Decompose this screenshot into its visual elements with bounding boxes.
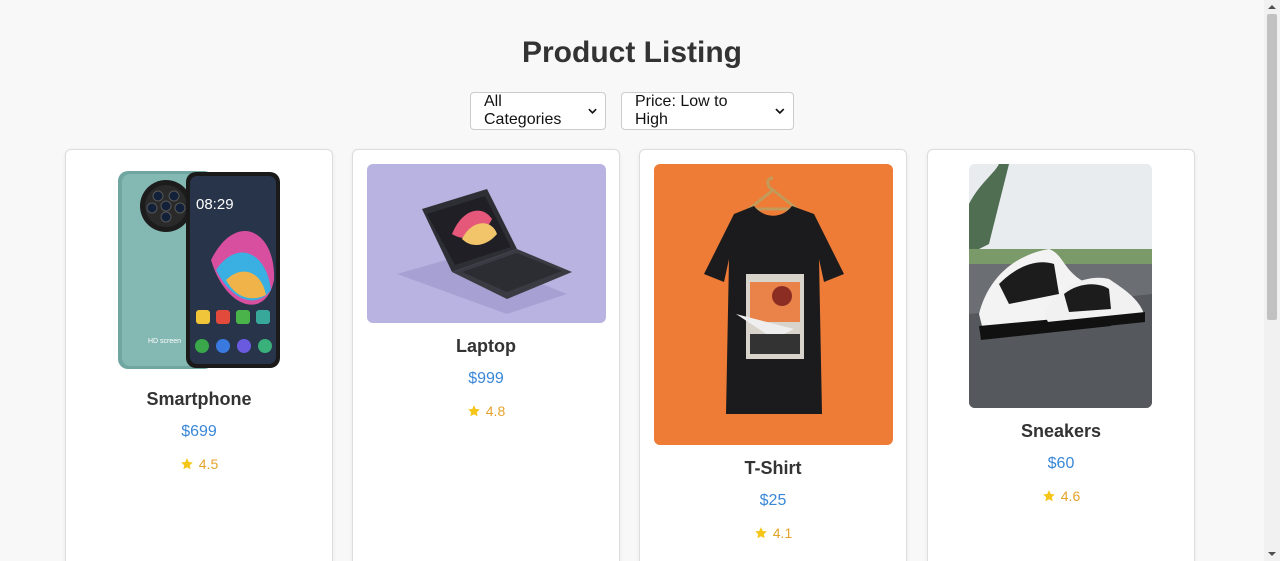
product-rating-value: 4.6 [1060,488,1081,504]
page-scrollbar[interactable] [1264,0,1280,561]
product-name[interactable]: Laptop [353,336,619,357]
tshirt-image [654,164,893,445]
product-card-tshirt[interactable]: T-Shirt $25 4.1 [639,149,907,561]
sort-select[interactable]: Price: Low to High [621,92,794,130]
laptop-image [367,164,606,323]
product-price: $999 [468,370,504,387]
category-select-value: All Categories [484,93,562,128]
product-name[interactable]: Sneakers [928,421,1194,442]
product-rating-value: 4.8 [485,403,506,419]
product-name[interactable]: T-Shirt [640,458,906,479]
product-price: $25 [759,492,787,509]
product-rating-value: 4.5 [198,456,219,472]
product-price: $699 [181,423,217,440]
sneakers-image [969,164,1152,408]
star-icon [467,405,480,417]
product-rating: 4.1 [640,525,906,541]
star-icon [180,458,193,470]
sort-select-value: Price: Low to High [635,93,728,128]
chevron-down-icon [588,108,597,114]
product-card-laptop[interactable]: Laptop $999 4.8 [352,149,620,561]
product-card-sneakers[interactable]: Sneakers $60 4.6 [927,149,1195,561]
chevron-down-icon [775,108,785,115]
scroll-up-arrow-icon[interactable] [1268,3,1276,11]
filter-bar: All Categories Price: Low to High [0,92,1264,130]
star-icon [1042,490,1055,502]
phone-time: 08:29 [196,196,234,213]
page-title: Product Listing [522,36,742,69]
smartphone-image: 08:29 HD screen [116,170,282,370]
phone-caption: HD screen [148,338,181,345]
product-name[interactable]: Smartphone [66,389,332,410]
scrollbar-thumb[interactable] [1267,14,1277,320]
product-rating: 4.8 [353,403,619,419]
product-rating: 4.5 [66,456,332,472]
product-price: $60 [1047,455,1075,472]
product-rating: 4.6 [928,488,1194,504]
star-icon [754,527,767,539]
category-select[interactable]: All Categories [470,92,606,130]
product-card-smartphone[interactable]: 08:29 HD screen Smartphone $699 4.5 [65,149,333,561]
product-rating-value: 4.1 [772,525,793,541]
scroll-down-arrow-icon[interactable] [1268,550,1276,558]
